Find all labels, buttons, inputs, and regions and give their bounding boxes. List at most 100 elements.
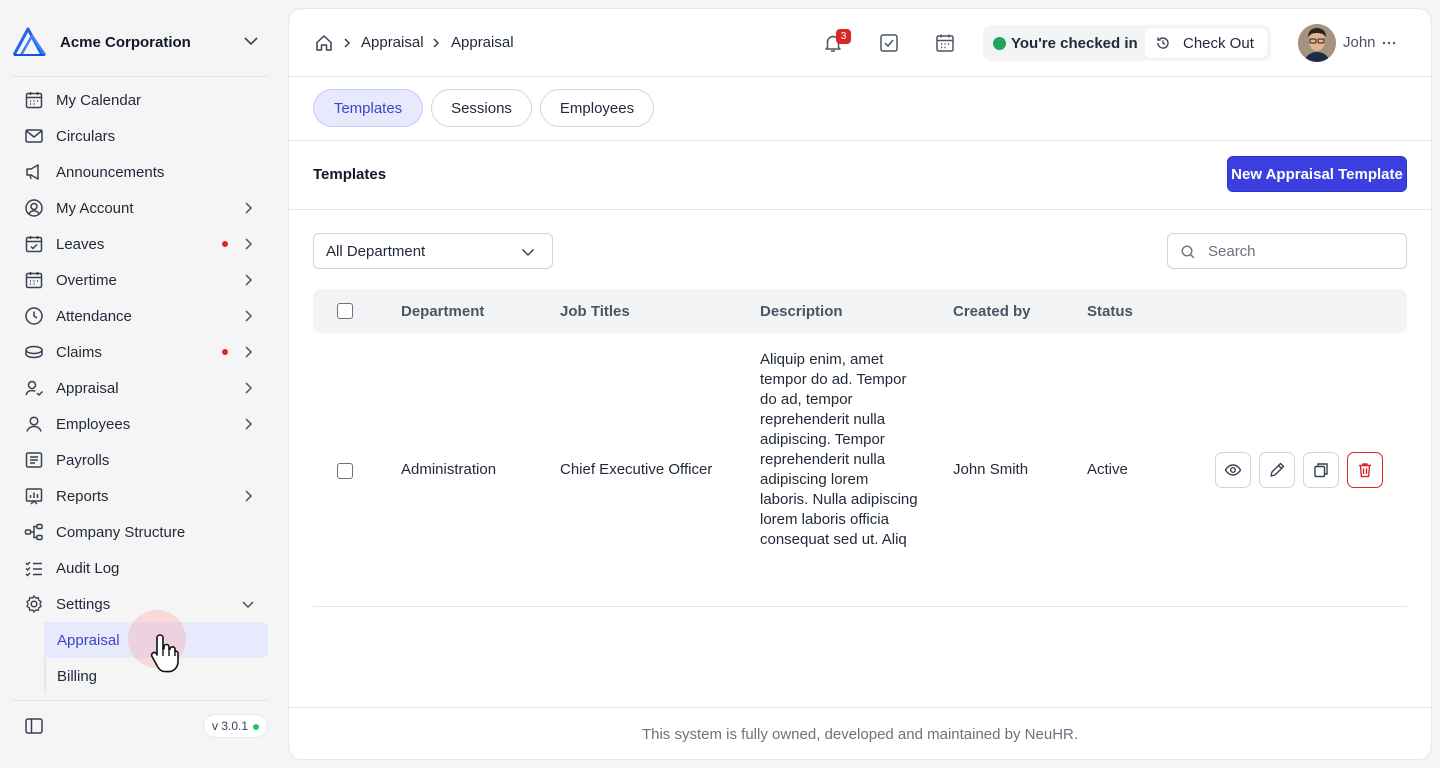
gear-icon [24,594,44,614]
view-button[interactable] [1215,452,1251,488]
search-icon [1181,245,1195,259]
eye-icon [1224,464,1242,476]
calendar-icon [24,90,44,110]
calendar-icon[interactable] [934,32,956,54]
sidebar-item-attendance[interactable]: Attendance [12,298,268,334]
sidebar-item-label: My Calendar [56,91,142,109]
check-out-button[interactable]: Check Out [1145,28,1267,58]
sidebar-item-reports[interactable]: Reports [12,478,268,514]
tab-sessions[interactable]: Sessions [431,89,532,127]
sidebar-item-label: Company Structure [56,523,186,541]
sidebar-item-appraisal[interactable]: Appraisal [12,370,268,406]
sidebar-item-my-account[interactable]: My Account [12,190,268,226]
home-icon[interactable] [314,33,334,53]
sidebar-item-label: Circulars [56,127,116,145]
sidebar-item-label: Appraisal [56,379,119,397]
column-header-job-titles[interactable]: Job Titles [560,303,630,320]
chevron-right-icon [245,382,253,394]
notification-dot [222,349,228,355]
column-header-status[interactable]: Status [1087,303,1133,320]
table-row: Administration Chief Executive Officer A… [313,333,1407,607]
chevron-right-icon [344,38,351,48]
sidebar: Acme Corporation My Calendar Circulars A… [0,0,280,768]
hierarchy-icon [24,522,44,542]
sidebar-item-overtime[interactable]: Overtime [12,262,268,298]
checkin-status: You're checked in Check Out [983,25,1271,61]
chevron-right-icon [245,346,253,358]
sidebar-item-company-structure[interactable]: Company Structure [12,514,268,550]
department-filter-select[interactable]: All Department [313,233,553,269]
divider [289,140,1431,141]
sidebar-item-label: Reports [56,487,109,505]
search-box [1167,233,1407,269]
org-switcher[interactable]: Acme Corporation [12,22,270,62]
cell-created-by: John Smith [953,461,1029,478]
new-appraisal-template-button[interactable]: New Appraisal Template [1227,156,1407,192]
sidebar-item-my-calendar[interactable]: My Calendar [12,82,268,118]
search-input[interactable] [1208,241,1398,261]
company-logo-icon [12,27,47,56]
breadcrumb-item[interactable]: Appraisal [361,34,424,51]
user-circle-icon [24,198,44,218]
divider [12,76,268,77]
notification-count-badge: 3 [836,29,851,44]
column-header-created-by[interactable]: Created by [953,303,1031,320]
divider [12,700,268,701]
sidebar-toggle-icon[interactable] [24,716,44,736]
sidebar-item-employees[interactable]: Employees [12,406,268,442]
user-photo-icon [1298,24,1336,62]
sidebar-item-payrolls[interactable]: Payrolls [12,442,268,478]
chevron-right-icon [245,274,253,286]
duplicate-button[interactable] [1303,452,1339,488]
chevron-right-icon [433,38,440,48]
sidebar-item-leaves[interactable]: Leaves [12,226,268,262]
sidebar-item-label: Announcements [56,163,165,181]
chevron-right-icon [245,490,253,502]
sidebar-item-label: Audit Log [56,559,120,577]
trash-icon [1359,463,1371,478]
sidebar-item-claims[interactable]: Claims [12,334,268,370]
history-icon [1157,37,1169,49]
mail-icon [24,126,44,146]
version-badge: v 3.0.1 [203,714,268,738]
sidebar-item-announcements[interactable]: Announcements [12,154,268,190]
chevron-right-icon [245,418,253,430]
row-checkbox[interactable] [337,463,353,479]
checkin-text: You're checked in [1011,35,1138,52]
notification-dot [222,241,228,247]
check-out-label: Check Out [1183,34,1254,52]
edit-button[interactable] [1259,452,1295,488]
task-check-icon[interactable] [878,32,900,54]
more-horizontal-icon[interactable] [1379,33,1399,53]
select-all-checkbox[interactable] [337,303,353,319]
column-header-department[interactable]: Department [401,303,484,320]
divider [289,209,1431,210]
avatar[interactable] [1298,24,1336,62]
sidebar-item-label: Overtime [56,271,117,289]
chevron-down-icon[interactable] [242,32,260,50]
table-header: Department Job Titles Description Create… [313,289,1407,333]
sidebar-item-label: Leaves [56,235,105,253]
top-bar: Appraisal Appraisal 3 You're checked in … [289,9,1431,77]
coins-icon [24,342,44,362]
department-filter-value: All Department [326,242,426,260]
chart-icon [24,486,44,506]
user-name[interactable]: John [1343,34,1376,51]
sidebar-item-label: Settings [56,595,111,613]
user-icon [24,414,44,434]
tab-employees[interactable]: Employees [540,89,654,127]
pencil-icon [1270,462,1285,477]
chevron-down-icon [521,248,535,257]
column-header-description[interactable]: Description [760,303,843,320]
version-text: v 3.0.1 [212,719,249,733]
check-circle-icon [993,37,1006,50]
checklist-icon [24,558,44,578]
copy-icon [1314,463,1328,478]
user-check-icon [24,378,44,398]
sidebar-item-circulars[interactable]: Circulars [12,118,268,154]
delete-button[interactable] [1347,452,1383,488]
calendar-check-icon [24,234,44,254]
main-panel: Appraisal Appraisal 3 You're checked in … [288,8,1432,760]
sidebar-item-audit-log[interactable]: Audit Log [12,550,268,586]
tab-templates[interactable]: Templates [313,89,423,127]
